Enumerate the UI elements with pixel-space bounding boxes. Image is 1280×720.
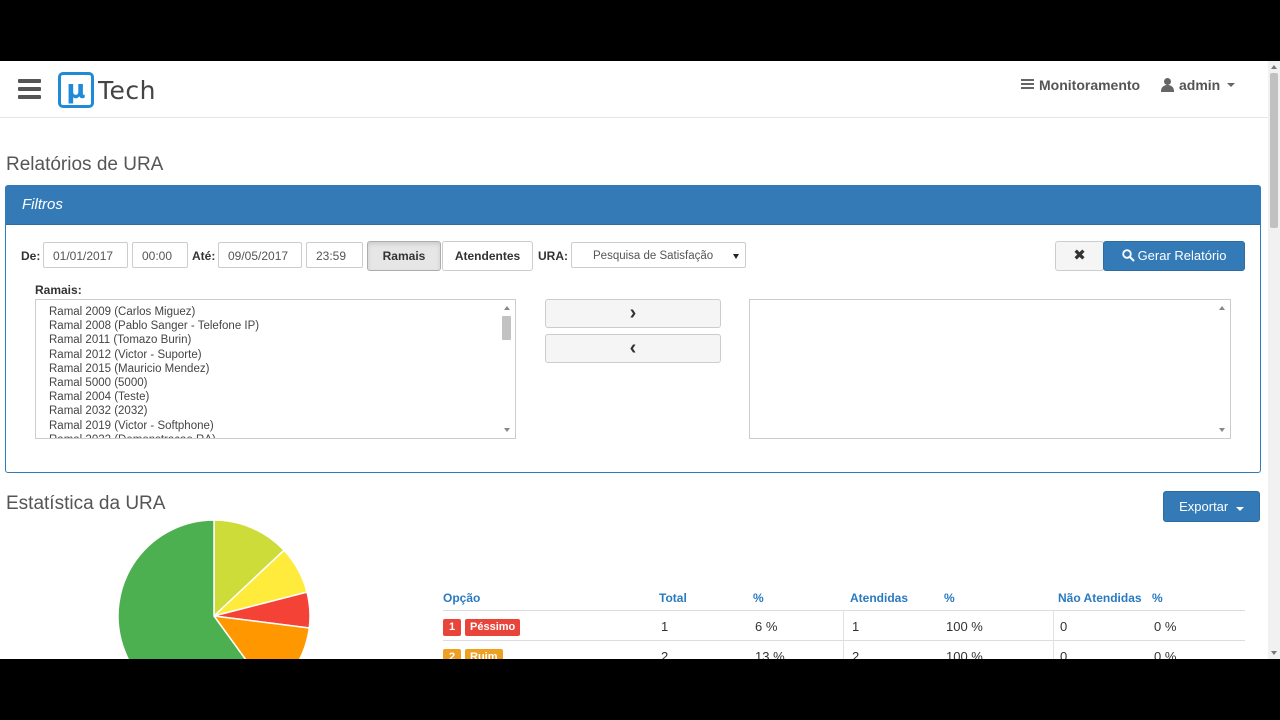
answered-percent-cell: 100 % <box>946 619 983 634</box>
nav-monitoring-label: Monitoramento <box>1039 77 1141 93</box>
ramais-toggle-button[interactable]: Ramais <box>367 241 441 271</box>
list-item[interactable]: Ramal 5000 (5000) <box>36 376 515 390</box>
available-ramais-listbox[interactable]: Ramal 2009 (Carlos Miguez) Ramal 2008 (Pa… <box>35 299 516 439</box>
option-cell: 1 Péssimo <box>443 618 521 636</box>
user-icon <box>1161 78 1174 92</box>
listbox-scrollbar[interactable] <box>499 300 515 438</box>
selected-ramais-listbox[interactable] <box>749 299 1231 439</box>
list-item[interactable]: Ramal 2015 (Mauricio Mendez) <box>36 362 515 376</box>
page-scrollbar[interactable] <box>1268 61 1280 659</box>
list-item[interactable]: Ramal 2032 (2032) <box>36 404 515 418</box>
option-name-badge: Ruim <box>465 649 503 659</box>
total-cell: 1 <box>661 619 669 634</box>
filters-panel: Filtros De: 01/01/2017 00:00 Até: 09/05/… <box>5 185 1261 473</box>
col-header-answered: Atendidas <box>850 591 909 605</box>
row-divider <box>443 610 1245 611</box>
close-icon: ✖ <box>1073 247 1086 264</box>
percent-cell: 13 % <box>755 649 785 659</box>
not-answered-cell: 0 <box>1060 619 1068 634</box>
menu-icon[interactable] <box>18 79 41 99</box>
ura-label: URA: <box>538 249 568 263</box>
option-name-badge: Péssimo <box>465 619 521 636</box>
col-header-total: Total <box>659 591 687 605</box>
chevron-right-icon: › <box>629 302 637 324</box>
answered-percent-cell: 100 % <box>946 649 983 659</box>
column-divider <box>843 610 844 659</box>
export-button[interactable]: Exportar <box>1163 491 1260 522</box>
stats-title: Estatística da URA <box>6 493 166 514</box>
ura-select[interactable]: Pesquisa de Satisfação <box>571 242 746 268</box>
col-header-percent: % <box>753 591 764 605</box>
logo-mark: µ <box>58 72 94 108</box>
from-time-input[interactable]: 00:00 <box>132 242 188 268</box>
col-header-answered-percent: % <box>944 591 955 605</box>
filters-panel-title: Filtros <box>6 186 1260 225</box>
top-navbar: µ Tech Monitoramento admin <box>0 61 1268 118</box>
option-cell: 2 Ruim <box>443 648 503 659</box>
col-header-not-answered-percent: % <box>1152 591 1163 605</box>
row-divider <box>443 640 1245 641</box>
to-time-input[interactable]: 23:59 <box>306 242 363 268</box>
page-title: Relatórios de URA <box>6 154 164 175</box>
select-caret-icon <box>733 254 739 259</box>
option-number-badge: 2 <box>443 649 461 659</box>
nav-user-label: admin <box>1179 77 1221 93</box>
answered-cell: 1 <box>852 619 860 634</box>
listbox-scrollbar[interactable] <box>1214 300 1230 438</box>
logo[interactable]: µ Tech <box>58 72 156 108</box>
not-answered-percent-cell: 0 % <box>1154 619 1177 634</box>
ramais-list-label: Ramais: <box>35 283 82 297</box>
chevron-down-icon <box>1235 507 1244 511</box>
generate-report-label: Gerar Relatório <box>1137 248 1227 263</box>
chevron-left-icon: ‹ <box>629 337 637 359</box>
list-item[interactable]: Ramal 2009 (Carlos Miguez) <box>36 305 515 319</box>
list-item[interactable]: Ramal 2008 (Pablo Sanger - Telefone IP) <box>36 319 515 333</box>
generate-report-button[interactable]: Gerar Relatório <box>1103 241 1245 271</box>
ramais-items: Ramal 2009 (Carlos Miguez) Ramal 2008 (Pa… <box>36 305 515 438</box>
list-item[interactable]: Ramal 2022 (Demonstracao RA) <box>36 433 515 438</box>
option-number-badge: 1 <box>443 619 461 636</box>
nav-monitoring[interactable]: Monitoramento <box>1021 77 1140 93</box>
logo-text: Tech <box>98 75 156 105</box>
list-item[interactable]: Ramal 2011 (Tomazo Burin) <box>36 333 515 347</box>
from-date-input[interactable]: 01/01/2017 <box>43 242 128 268</box>
move-right-button[interactable]: › <box>545 299 721 328</box>
nav-user-menu[interactable]: admin <box>1161 77 1236 93</box>
list-item[interactable]: Ramal 2019 (Victor - Softphone) <box>36 419 515 433</box>
not-answered-cell: 0 <box>1060 649 1068 659</box>
not-answered-percent-cell: 0 % <box>1154 649 1177 659</box>
col-header-option: Opção <box>443 591 481 605</box>
ura-select-value: Pesquisa de Satisfação <box>593 250 714 262</box>
column-divider <box>1053 610 1054 659</box>
to-date-input[interactable]: 09/05/2017 <box>218 242 302 268</box>
list-item[interactable]: Ramal 2004 (Teste) <box>36 390 515 404</box>
options-pie-chart <box>117 519 311 659</box>
chevron-down-icon <box>1227 83 1236 87</box>
move-left-button[interactable]: ‹ <box>545 334 721 363</box>
app-screen: µ Tech Monitoramento admin Relatórios de… <box>0 61 1280 659</box>
atendentes-toggle-button[interactable]: Atendentes <box>442 241 533 271</box>
search-icon <box>1121 249 1135 262</box>
answered-cell: 2 <box>852 649 860 659</box>
col-header-not-answered: Não Atendidas <box>1058 591 1142 605</box>
to-label: Até: <box>192 249 216 263</box>
export-label: Exportar <box>1179 499 1229 514</box>
list-item[interactable]: Ramal 2012 (Victor - Suporte) <box>36 348 515 362</box>
clear-filters-button[interactable]: ✖ <box>1055 241 1104 271</box>
total-cell: 2 <box>661 649 669 659</box>
percent-cell: 6 % <box>755 619 778 634</box>
list-icon <box>1021 79 1034 91</box>
from-label: De: <box>21 249 41 263</box>
